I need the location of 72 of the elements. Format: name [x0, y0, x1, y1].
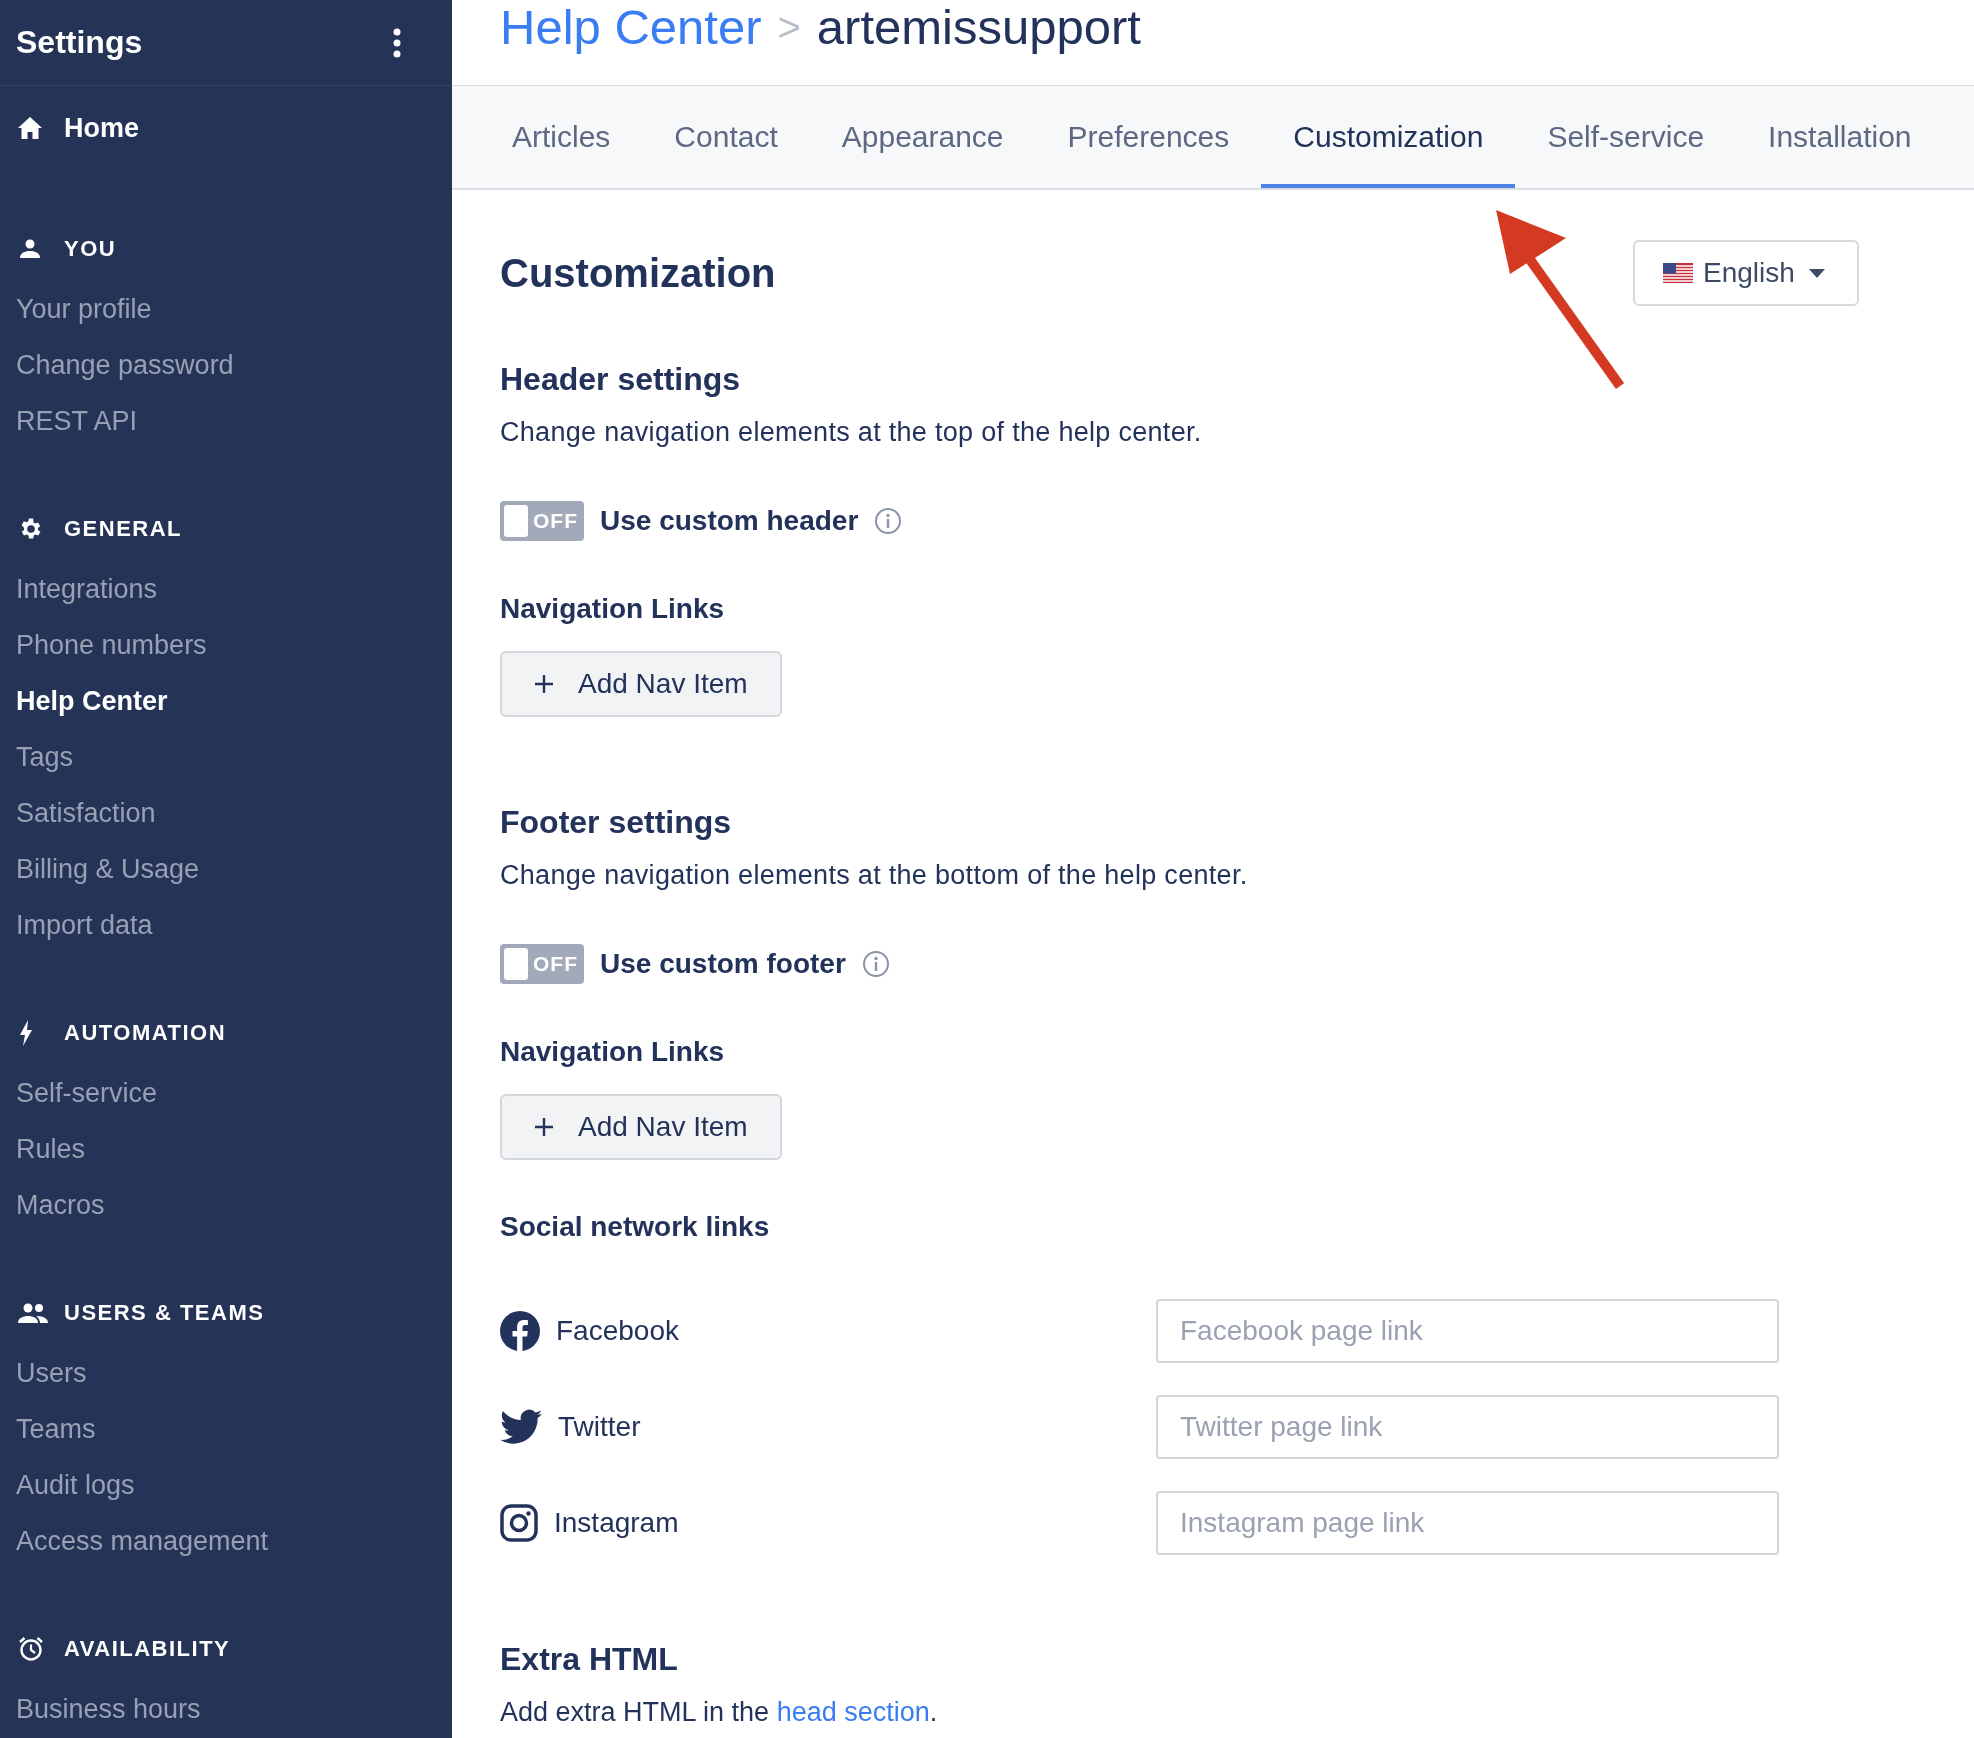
flag-icon	[1663, 263, 1693, 283]
add-nav-item-button[interactable]: Add Nav Item	[500, 651, 782, 717]
info-icon[interactable]	[861, 950, 890, 978]
tab[interactable]: Preferences	[1035, 86, 1262, 188]
plus-icon	[534, 674, 554, 694]
breadcrumb-link[interactable]: Help Center	[500, 0, 762, 54]
facebook-icon	[500, 1311, 540, 1351]
sidebar-item[interactable]: Integrations	[0, 561, 158, 617]
info-icon[interactable]	[874, 507, 903, 535]
section-description: Change navigation elements at the bottom of the help center.	[500, 859, 1248, 892]
alarm-clock-icon	[18, 1636, 44, 1662]
sidebar-item[interactable]: Tags	[0, 729, 74, 785]
sidebar-item[interactable]: Billing & Usage	[0, 841, 200, 897]
sidebar-item[interactable]: Macros	[0, 1177, 105, 1233]
sidebar-item[interactable]: Help Center	[0, 673, 168, 729]
tab[interactable]: Contact	[642, 86, 810, 188]
subsection-heading: Navigation Links	[500, 1035, 725, 1069]
section-title: Extra HTML	[500, 1640, 678, 1679]
sidebar-item[interactable]: REST API	[0, 393, 138, 449]
tab[interactable]: Customization	[1261, 86, 1516, 188]
tab[interactable]: Articles	[480, 86, 643, 188]
sidebar-item[interactable]: Business hours	[0, 1681, 201, 1737]
tab[interactable]: Self-service	[1515, 86, 1737, 188]
person-icon	[18, 237, 42, 261]
breadcrumb-separator: >	[777, 4, 801, 51]
social-network-name: Instagram	[554, 1507, 679, 1539]
more-options-icon[interactable]	[392, 27, 402, 58]
home-icon	[18, 117, 42, 139]
bird-icon	[500, 1409, 542, 1445]
section-heading: AVAILABILITY	[64, 1636, 231, 1662]
page-title: Customization	[500, 250, 776, 296]
caret-icon	[1808, 268, 1825, 278]
input-field[interactable]: Facebook page link	[1156, 1299, 1779, 1363]
section-title: Header settings	[500, 360, 741, 399]
sidebar-item[interactable]: Phone numbers	[0, 617, 207, 673]
sidebar-item[interactable]: Your profile	[0, 281, 152, 337]
sidebar-item[interactable]: Rules	[0, 1121, 86, 1177]
social-network-name: Twitter	[558, 1411, 641, 1443]
section-heading: YOU	[64, 236, 117, 262]
language-dropdown[interactable]: English	[1633, 240, 1859, 306]
toggle-label: Use custom footer	[600, 948, 846, 980]
section-description: Change navigation elements at the top of the help center.	[500, 416, 1202, 449]
sidebar-item[interactable]: Satisfaction	[0, 785, 156, 841]
sidebar-item[interactable]: Self-service	[0, 1065, 158, 1121]
tab[interactable]: Appearance	[809, 86, 1036, 188]
input-field[interactable]: Instagram page link	[1156, 1491, 1779, 1555]
input-field[interactable]: Twitter page link	[1156, 1395, 1779, 1459]
sidebar-item[interactable]: Access management	[0, 1513, 269, 1569]
sidebar-item[interactable]: Change password	[0, 337, 234, 393]
section-description: Add extra HTML in the head section.	[500, 1696, 938, 1729]
section-title: Footer settings	[500, 803, 732, 842]
section-heading: AUTOMATION	[64, 1020, 227, 1046]
plus-icon	[534, 1117, 554, 1137]
home-link[interactable]: Home	[64, 112, 139, 144]
sidebar-item[interactable]: Import data	[0, 897, 153, 953]
instagram-icon	[500, 1504, 538, 1542]
social-network-name: Facebook	[556, 1315, 679, 1347]
add-nav-item-button[interactable]: Add Nav Item	[500, 1094, 782, 1160]
sidebar-item[interactable]: Audit logs	[0, 1457, 135, 1513]
section-heading: GENERAL	[64, 516, 183, 542]
sidebar-item[interactable]: Teams	[0, 1401, 96, 1457]
page-heading: artemissupport	[816, 0, 1141, 54]
toggle-label: Use custom header	[600, 505, 859, 537]
head-section-link[interactable]: head section	[776, 1697, 930, 1727]
people-icon	[18, 1302, 48, 1324]
section-heading: USERS & TEAMS	[64, 1300, 265, 1326]
lightning-icon	[18, 1020, 34, 1046]
subsection-heading: Social network links	[500, 1210, 770, 1244]
subsection-heading: Navigation Links	[500, 592, 725, 626]
sidebar-title: Settings	[16, 24, 143, 61]
sidebar-item[interactable]: Users	[0, 1345, 87, 1401]
tab[interactable]: Installation	[1736, 86, 1944, 188]
